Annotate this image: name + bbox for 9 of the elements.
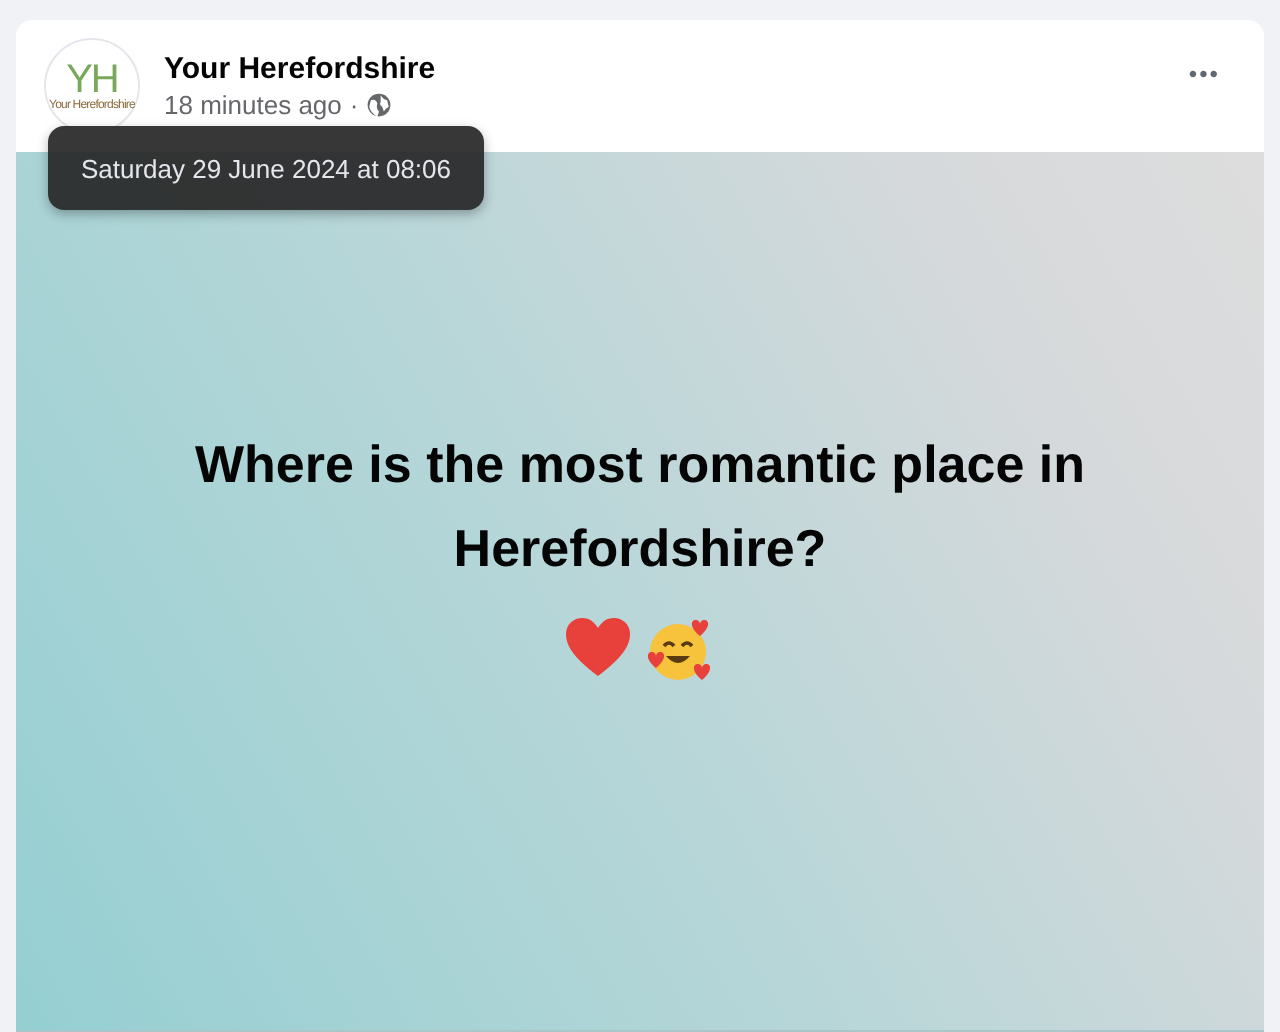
smiling-face-icon <box>646 617 714 681</box>
post-text: Where is the most romantic place in Herefordshire? <box>193 431 1087 581</box>
heart-icon <box>566 617 630 677</box>
timestamp-tooltip: Saturday 29 June 2024 at 08:06 <box>48 126 484 210</box>
separator: · <box>349 90 359 120</box>
post-time[interactable]: 18 minutes ago <box>164 90 342 120</box>
globe-icon <box>366 92 393 118</box>
more-options-button[interactable]: ••• <box>1176 48 1232 100</box>
author-name[interactable]: Your Herefordshire <box>164 52 1153 86</box>
